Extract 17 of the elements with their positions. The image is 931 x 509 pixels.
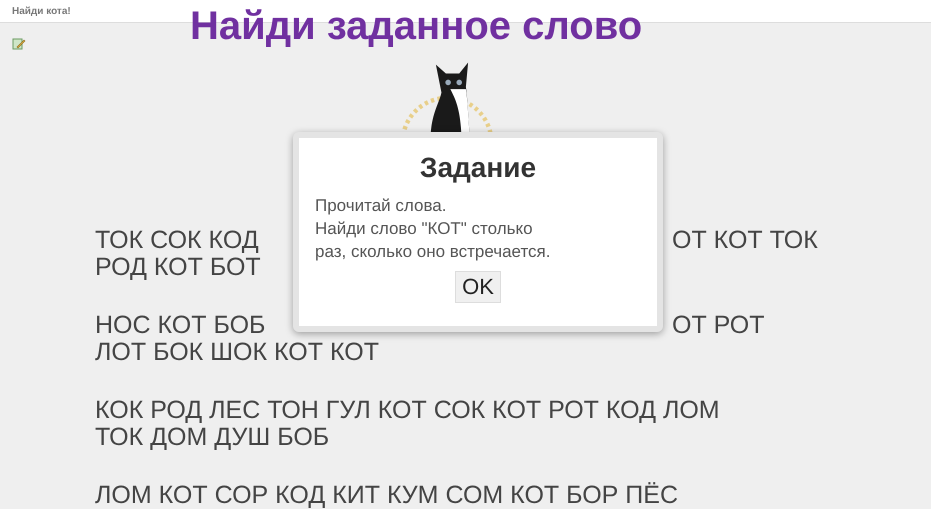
edit-icon[interactable]: [12, 37, 26, 51]
word-list-text: ОТ КОТ ТОК: [672, 227, 818, 254]
caption-title: Найди заданное слово: [190, 4, 642, 49]
dialog-title: Задание: [418, 152, 538, 184]
page-title: Найди кота!: [12, 6, 71, 16]
word-list-text: ЛОТ БОК ШОК КОТ КОТ: [95, 339, 379, 366]
word-list-text: РОД КОТ БОТ: [95, 254, 261, 281]
word-list-text: ТОК СОК КОД: [95, 227, 259, 254]
dialog-text: Найди слово "КОТ" столько: [315, 218, 534, 240]
word-list-text: НОС КОТ БОБ: [95, 312, 266, 339]
dialog-text: Прочитай слова.: [315, 195, 448, 217]
word-list-text: ТОК ДОМ ДУШ БОБ: [95, 424, 330, 451]
word-list-text: КОК РОД ЛЕС ТОН ГУЛ КОТ СОК КОТ РОТ КОД ЛОМ: [95, 397, 720, 424]
word-list-text: ОТ РОТ: [672, 312, 765, 339]
word-list-text: ЛОМ КОТ СОР КОД КИТ КУМ СОМ КОТ БОР ПЁС: [95, 482, 678, 509]
ok-button[interactable]: OK: [455, 271, 501, 303]
dialog-text: раз, сколько оно встречается.: [315, 241, 552, 263]
